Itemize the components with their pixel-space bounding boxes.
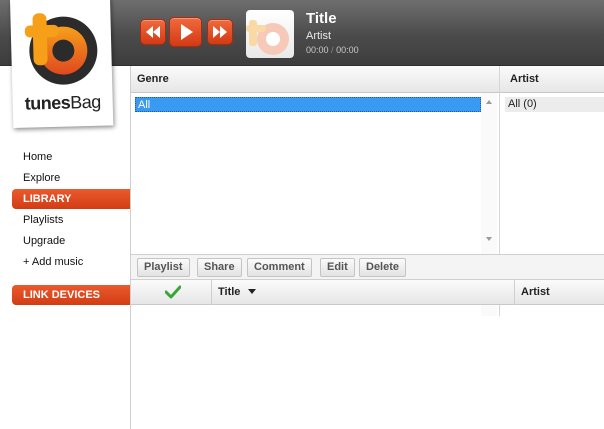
track-time: 00:00 / 00:00: [306, 45, 359, 55]
time-current: 00:00: [306, 45, 329, 55]
sidebar-item-home[interactable]: Home: [23, 151, 52, 163]
artist-item-all[interactable]: All (0): [505, 97, 604, 112]
track-title: Title: [306, 10, 337, 27]
time-total: 00:00: [336, 45, 359, 55]
genre-item-all[interactable]: All: [135, 97, 481, 112]
share-button[interactable]: Share: [197, 258, 242, 277]
sidebar-item-library[interactable]: LIBRARY: [12, 189, 130, 209]
brand-name: tunesBag: [24, 92, 101, 115]
sidebar-item-link-devices[interactable]: LINK DEVICES: [12, 285, 130, 305]
edit-button[interactable]: Edit: [320, 258, 355, 277]
title-column-label: Title: [218, 286, 241, 298]
track-artist: Artist: [306, 30, 332, 42]
sort-down-icon: [248, 289, 257, 295]
tunesbag-app: Title Artist 00:00 / 00:00 Home Explore …: [0, 0, 604, 429]
brand-name-regular: Bag: [69, 91, 102, 113]
rewind-icon: [146, 26, 160, 38]
previous-button[interactable]: [140, 19, 166, 45]
sidebar-item-explore[interactable]: Explore: [23, 172, 60, 184]
checkmark-icon: [165, 285, 181, 299]
artist-column-header[interactable]: Artist: [499, 66, 604, 93]
track-toolbar: Playlist Share Comment Edit Delete: [131, 254, 604, 280]
time-separator: /: [331, 45, 334, 55]
tunesbag-logo[interactable]: tunesBag: [10, 0, 114, 128]
scroll-down-icon[interactable]: [481, 234, 497, 244]
brand-name-bold: tunes: [24, 92, 71, 114]
check-column-header[interactable]: [131, 280, 211, 305]
sidebar-item-add-music[interactable]: + Add music: [23, 256, 83, 268]
scroll-up-icon[interactable]: [481, 97, 497, 107]
library-main: Genre Artist All All (0) Playlist Share …: [131, 66, 604, 429]
tunesbag-logo-icon: [24, 13, 98, 85]
playlist-button[interactable]: Playlist: [137, 258, 190, 277]
play-button[interactable]: [169, 17, 202, 47]
sidebar-item-playlists[interactable]: Playlists: [23, 214, 63, 226]
artist-tracklist-column-header[interactable]: Artist: [514, 280, 604, 305]
tunesbag-logo-faded-icon: [246, 20, 289, 55]
tracklist-header: Title Artist: [131, 280, 604, 305]
comment-button[interactable]: Comment: [247, 258, 312, 277]
fast-forward-icon: [213, 26, 227, 38]
title-column-header[interactable]: Title: [211, 280, 514, 305]
delete-button[interactable]: Delete: [359, 258, 407, 277]
play-icon: [180, 24, 193, 40]
sidebar-item-upgrade[interactable]: Upgrade: [23, 235, 65, 247]
genre-column-header[interactable]: Genre: [131, 66, 499, 93]
album-cover-placeholder: [246, 10, 294, 58]
next-button[interactable]: [207, 19, 233, 45]
